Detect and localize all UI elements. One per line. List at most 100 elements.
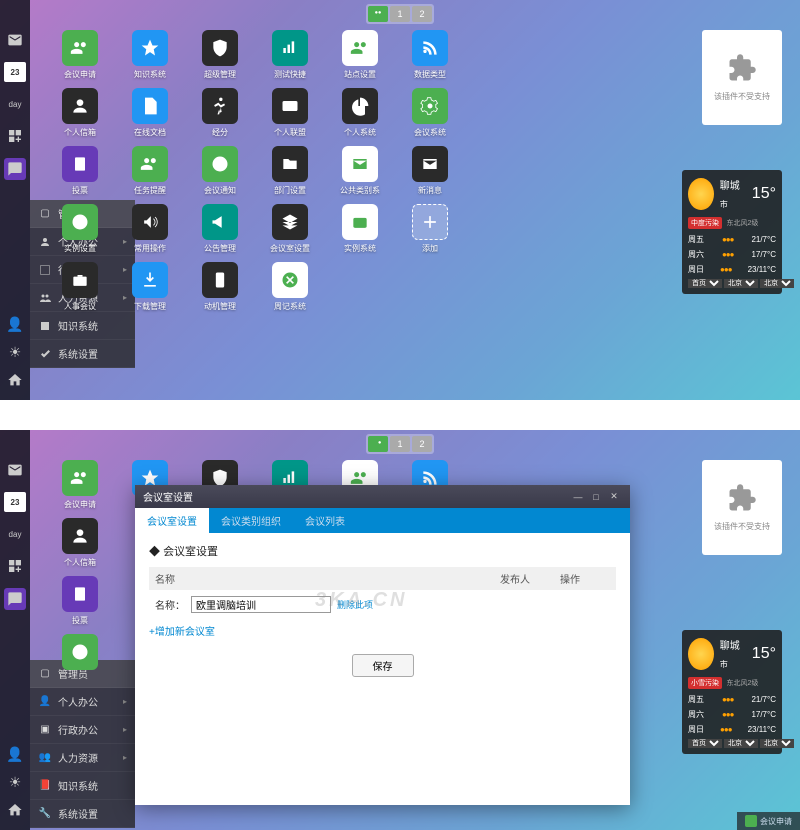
menu-item-hr[interactable]: 👥人力资源▸ xyxy=(30,744,135,772)
watermark-text: 3KA.CN xyxy=(315,589,407,612)
rss-icon xyxy=(412,30,448,66)
grid-add-icon[interactable] xyxy=(5,556,25,576)
menu-item-admin[interactable]: ▣行政办公▸ xyxy=(30,716,135,744)
menu-item-knowledge[interactable]: 📕知识系统 xyxy=(30,772,135,800)
app-知识系统[interactable]: 知识系统 xyxy=(120,30,180,80)
day-icon[interactable]: day xyxy=(5,524,25,544)
tab-category[interactable]: 会议类别组织 xyxy=(209,508,293,533)
app-部门设置[interactable]: 部门设置 xyxy=(260,146,320,196)
mail-icon[interactable] xyxy=(5,30,25,50)
app-个人系统[interactable]: 个人系统 xyxy=(330,88,390,138)
menu-item-settings[interactable]: 🔧系统设置 xyxy=(30,800,135,828)
user-icon xyxy=(62,88,98,124)
dialog-titlebar[interactable]: 会议室设置 — □ ✕ xyxy=(135,485,630,508)
grid-add-icon[interactable] xyxy=(5,126,25,146)
app-实例系统[interactable]: 实例系统 xyxy=(330,204,390,254)
desktop-2-button[interactable]: 1 xyxy=(390,6,410,22)
clock-icon xyxy=(62,634,98,670)
tab-list[interactable]: 会议列表 xyxy=(293,508,357,533)
clock-icon xyxy=(62,204,98,240)
desktop-switcher: 1 2 xyxy=(366,4,434,24)
add-room-link[interactable]: +增加新会议室 xyxy=(149,619,616,642)
star-icon xyxy=(132,30,168,66)
app-站点设置[interactable]: 站点设置 xyxy=(330,30,390,80)
app-数据类型[interactable]: 数据类型 xyxy=(400,30,460,80)
app-人事会议[interactable]: 人事会议 xyxy=(50,262,110,312)
app-个人联盟[interactable]: 个人联盟 xyxy=(260,88,320,138)
home-icon[interactable] xyxy=(5,800,25,820)
th-operation: 操作 xyxy=(560,571,610,586)
app-周记系统[interactable]: 周记系统 xyxy=(260,262,320,312)
app-测试快捷[interactable]: 测试快捷 xyxy=(260,30,320,80)
app-新消息[interactable]: 新消息 xyxy=(400,146,460,196)
dots-icon: ●●● xyxy=(722,250,734,259)
weather-select-1[interactable]: 首页 xyxy=(688,739,722,748)
weather-select-3[interactable]: 北京 xyxy=(760,279,794,288)
app-添加[interactable]: 添加 xyxy=(400,204,460,254)
calendar-icon[interactable]: 23 xyxy=(4,492,26,512)
app-会议申请[interactable]: 会议申请 xyxy=(50,30,110,80)
desktop-icon-grid: 会议申请知识系统 超级管理测试快捷站点设置数据类型个人信箱在线文档经分个人联盟个人… xyxy=(50,30,530,312)
app-在线文档[interactable]: 在线文档 xyxy=(120,88,180,138)
field-label: 名称： xyxy=(155,597,185,612)
desktop-1-button[interactable] xyxy=(368,436,388,452)
tab-room-settings[interactable]: 会议室设置 xyxy=(135,508,209,533)
chat-icon[interactable] xyxy=(4,588,26,610)
menu-item-knowledge[interactable]: 知识系统 xyxy=(30,312,135,340)
app-个人信箱[interactable]: 个人信箱 xyxy=(50,518,110,568)
user-small-icon[interactable]: 👤 xyxy=(5,314,25,334)
weather-select-3[interactable]: 北京 xyxy=(760,739,794,748)
day-icon[interactable]: day xyxy=(5,94,25,114)
taskbar-item[interactable]: 会议申请 xyxy=(745,815,792,827)
calendar-icon[interactable]: 23 xyxy=(4,62,26,82)
weather-small-icon[interactable]: ☀ xyxy=(5,772,25,792)
app-label: 周记系统 xyxy=(274,301,306,312)
app-label: 知识系统 xyxy=(134,69,166,80)
chat-icon[interactable] xyxy=(4,158,26,180)
desktop-1-button[interactable] xyxy=(368,6,388,22)
app-label: 会议申请 xyxy=(64,499,96,510)
home-icon[interactable] xyxy=(5,370,25,390)
minimize-button[interactable]: — xyxy=(570,490,586,504)
app-超级管理[interactable]: 超级管理 xyxy=(190,30,250,80)
maximize-button[interactable]: □ xyxy=(588,490,604,504)
weather-select-2[interactable]: 北京 xyxy=(724,279,758,288)
app-会议通知[interactable]: 会议通知 xyxy=(190,146,250,196)
app-经分[interactable]: 经分 xyxy=(190,88,250,138)
weather-select-2[interactable]: 北京 xyxy=(724,739,758,748)
menu-label: 系统设置 xyxy=(58,346,98,361)
app-公共类别系[interactable]: 公共类别系 xyxy=(330,146,390,196)
th-name: 名称 xyxy=(155,571,500,586)
room-name-input[interactable] xyxy=(191,596,331,613)
desktop-3-button[interactable]: 2 xyxy=(412,436,432,452)
app-会议申请[interactable]: 会议申请 xyxy=(50,460,110,510)
app-会议系统[interactable]: 会议系统 xyxy=(400,88,460,138)
weather-select-1[interactable]: 首页 xyxy=(688,279,722,288)
mail-icon[interactable] xyxy=(5,460,25,480)
menu-item-settings[interactable]: 系统设置 xyxy=(30,340,135,368)
shield-icon xyxy=(202,30,238,66)
app-投票[interactable]: 投票 xyxy=(50,146,110,196)
desktop-2-button[interactable]: 1 xyxy=(390,436,410,452)
app-个人信箱[interactable]: 个人信箱 xyxy=(50,88,110,138)
app-公告管理[interactable]: 公告管理 xyxy=(190,204,250,254)
weather-small-icon[interactable]: ☀ xyxy=(5,342,25,362)
app-label: 部门设置 xyxy=(274,185,306,196)
app-下载管理[interactable]: 下载管理 xyxy=(120,262,180,312)
app-动机管理[interactable]: 动机管理 xyxy=(190,262,250,312)
app-投票[interactable]: 投票 xyxy=(50,576,110,626)
close-button[interactable]: ✕ xyxy=(606,490,622,504)
app-label: 会议通知 xyxy=(204,185,236,196)
chevron-right-icon: ▸ xyxy=(123,725,127,734)
save-button[interactable]: 保存 xyxy=(352,654,414,677)
app-任务提醒[interactable]: 任务提醒 xyxy=(120,146,180,196)
menu-item-personal[interactable]: 👤个人办公▸ xyxy=(30,688,135,716)
start-menu: ▢管理员 👤个人办公▸ ▣行政办公▸ 👥人力资源▸ 📕知识系统 🔧系统设置 xyxy=(30,660,135,828)
app-会议室设置[interactable]: 会议室设置 xyxy=(260,204,320,254)
app-[interactable] xyxy=(50,634,110,673)
app-label: 动机管理 xyxy=(204,301,236,312)
user-small-icon[interactable]: 👤 xyxy=(5,744,25,764)
desktop-3-button[interactable]: 2 xyxy=(412,6,432,22)
app-实例设置[interactable]: 实例设置 xyxy=(50,204,110,254)
app-常用操作[interactable]: 常用操作 xyxy=(120,204,180,254)
